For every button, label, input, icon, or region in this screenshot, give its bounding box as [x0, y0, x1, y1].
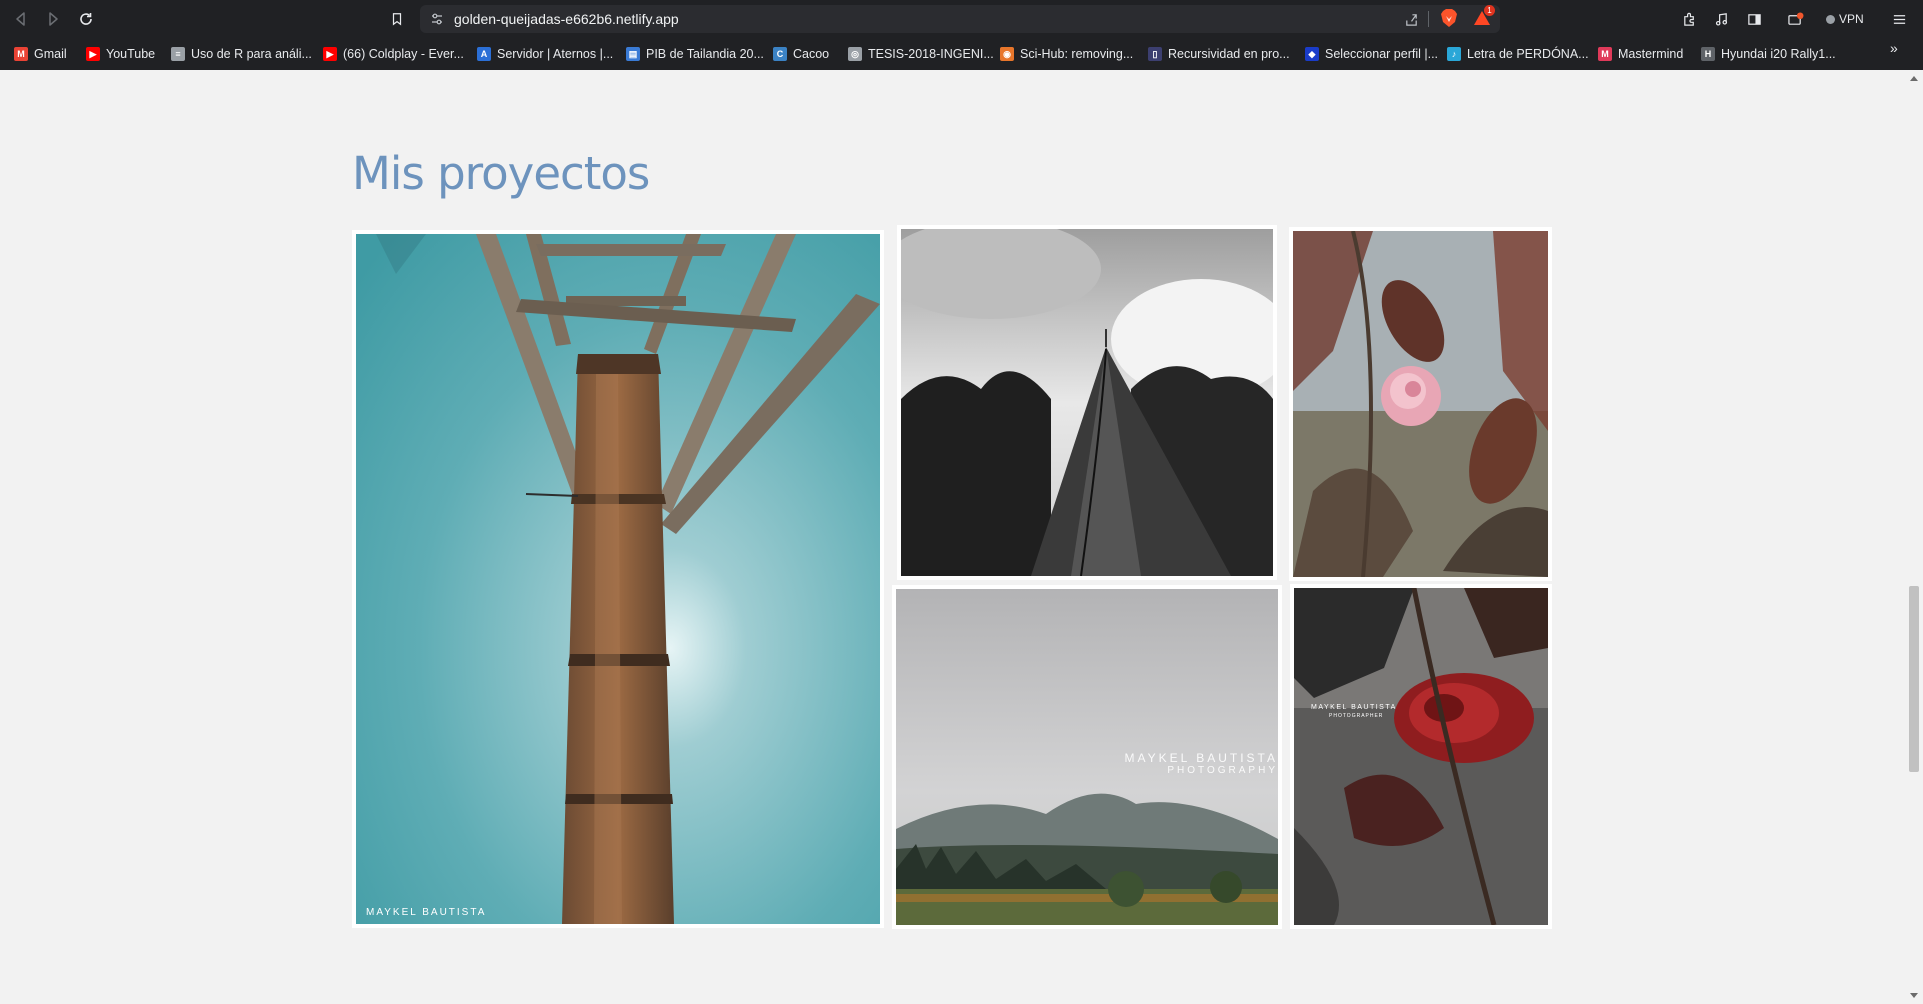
bookmark-label: Sci-Hub: removing... [1020, 47, 1134, 61]
bookmark-item[interactable]: ≡ Uso de R para análi... [171, 44, 312, 64]
foggy-mountain-photo[interactable]: MAYKEL BAUTISTA PHOTOGRAPHY [892, 585, 1282, 929]
brave-lion-icon [1441, 9, 1457, 27]
url-text: golden-queijadas-e662b6.netlify.app [454, 11, 679, 27]
vpn-status-icon [1826, 14, 1835, 24]
bookmark-item[interactable]: ◎ TESIS-2018-INGENI... [848, 44, 994, 64]
red-rose-image [1294, 588, 1548, 925]
omnibox-divider [1428, 11, 1429, 27]
puzzle-icon [1683, 12, 1694, 26]
back-button[interactable] [10, 8, 32, 30]
pink-rose-image [1293, 231, 1548, 577]
share-button[interactable] [1400, 10, 1422, 28]
scroll-down-icon[interactable] [1910, 993, 1918, 998]
bookmark-label: Hyundai i20 Rally1... [1721, 47, 1836, 61]
bookmark-item[interactable]: ◉ Sci-Hub: removing... [1000, 44, 1133, 64]
profile-icon: ◆ [1305, 47, 1319, 61]
browser-chrome: golden-queijadas-e662b6.netlify.app 1 VP… [0, 0, 1923, 70]
brave-rewards-button[interactable]: 1 [1472, 5, 1495, 28]
more-bookmarks-button[interactable]: » [1890, 40, 1898, 56]
sidebar-icon [1747, 13, 1761, 25]
bookmark-label: Mastermind [1618, 47, 1684, 61]
wallet-icon [1787, 11, 1803, 25]
rusty-tower-image [356, 234, 880, 924]
bookmark-item[interactable]: ▯ Recursividad en pro... [1148, 44, 1290, 64]
wallet-button[interactable] [1784, 9, 1806, 29]
aternos-icon: A [477, 47, 491, 61]
bookmark-label: TESIS-2018-INGENI... [868, 47, 994, 61]
rusty-tower-photo[interactable]: MAYKEL BAUTISTA [352, 230, 884, 928]
share-icon [1405, 13, 1417, 26]
rewards-badge: 1 [1484, 5, 1495, 16]
bookmarks-bar: M Gmail ▶ YouTube ≡ Uso de R para análi... ▶ (6… [0, 38, 1923, 70]
site-settings-icon [432, 13, 442, 25]
bookmark-label: Seleccionar perfil |... [1325, 47, 1439, 61]
bookmark-item[interactable]: M Gmail [14, 44, 67, 64]
bookmark-item[interactable]: ♪ Letra de PERDÓNA... [1447, 44, 1589, 64]
back-arrow-icon [16, 12, 25, 26]
tree-trunk-photo[interactable] [897, 225, 1277, 580]
globe-icon: ◎ [848, 47, 862, 61]
bookmark-icon [392, 13, 402, 26]
bookmark-label: YouTube [106, 47, 156, 61]
forward-arrow-icon [49, 12, 58, 26]
mastermind-icon: M [1598, 47, 1612, 61]
brave-shields-button[interactable] [1440, 8, 1458, 28]
cacoo-icon: C [773, 47, 787, 61]
photo-watermark: MAYKEL BAUTISTA [1124, 751, 1278, 765]
red-rose-photo[interactable]: MAYKEL BAUTISTA PHOTOGRAPHER [1290, 584, 1552, 929]
chart-icon: ▤ [626, 47, 640, 61]
bookmark-item[interactable]: M Mastermind [1598, 44, 1683, 64]
youtube-icon: ▶ [323, 47, 337, 61]
hyundai-icon: H [1701, 47, 1715, 61]
bookmark-item[interactable]: A Servidor | Aternos |... [477, 44, 613, 64]
browser-toolbar: golden-queijadas-e662b6.netlify.app 1 VP… [0, 0, 1923, 38]
photo-watermark-sub: PHOTOGRAPHER [1329, 713, 1384, 719]
bookmark-label: Cacoo [793, 47, 830, 61]
vpn-label: VPN [1839, 12, 1864, 26]
bookmark-label: Uso de R para análi... [191, 47, 312, 61]
page-icon: ▯ [1148, 47, 1162, 61]
scrollbar-thumb[interactable] [1909, 586, 1919, 772]
scroll-up-icon[interactable] [1910, 76, 1918, 81]
photo-watermark: MAYKEL BAUTISTA [1311, 704, 1397, 711]
photo-watermark-sub: PHOTOGRAPHY [1167, 765, 1278, 776]
address-bar[interactable]: golden-queijadas-e662b6.netlify.app [420, 5, 1500, 33]
media-button[interactable] [1710, 9, 1732, 29]
bookmark-item[interactable]: C Cacoo [773, 44, 829, 64]
bookmark-item[interactable]: H Hyundai i20 Rally1... [1701, 44, 1836, 64]
scihub-icon: ◉ [1000, 47, 1014, 61]
tree-trunk-image [901, 229, 1273, 576]
bookmark-item[interactable]: ▶ YouTube [86, 44, 155, 64]
bookmark-item[interactable]: ◆ Seleccionar perfil |... [1305, 44, 1438, 64]
bookmark-label: (66) Coldplay - Ever... [343, 47, 464, 61]
bookmark-label: Recursividad en pro... [1168, 47, 1290, 61]
gmail-icon: M [14, 47, 28, 61]
main-menu-button[interactable] [1888, 8, 1910, 30]
bookmark-label: Gmail [34, 47, 67, 61]
bookmark-item[interactable]: ▤ PIB de Tailandia 20... [626, 44, 764, 64]
reload-icon [80, 13, 92, 25]
bookmark-label: PIB de Tailandia 20... [646, 47, 764, 61]
reload-button[interactable] [75, 8, 97, 30]
forward-button[interactable] [42, 8, 64, 30]
photo-watermark: MAYKEL BAUTISTA [366, 907, 487, 918]
extensions-button[interactable] [1678, 9, 1700, 29]
bookmark-label: Letra de PERDÓNA... [1467, 47, 1589, 61]
page-scrollbar[interactable] [1905, 70, 1923, 1004]
vpn-button[interactable]: VPN [1826, 9, 1864, 29]
lyrics-icon: ♪ [1447, 47, 1461, 61]
sidebar-toggle-button[interactable] [1743, 9, 1765, 29]
page-content: Mis proyectos MAYKEL BAUTISTA MAYKEL BAU… [0, 70, 1905, 1004]
hamburger-menu-icon [1893, 14, 1905, 24]
bookmark-item[interactable]: ▶ (66) Coldplay - Ever... [323, 44, 464, 64]
bookmark-label: Servidor | Aternos |... [497, 47, 614, 61]
bookmark-page-button[interactable] [386, 8, 408, 30]
music-note-icon [1715, 12, 1727, 26]
pink-rose-photo[interactable] [1289, 227, 1552, 581]
youtube-icon: ▶ [86, 47, 100, 61]
document-icon: ≡ [171, 47, 185, 61]
page-title: Mis proyectos [352, 147, 650, 200]
